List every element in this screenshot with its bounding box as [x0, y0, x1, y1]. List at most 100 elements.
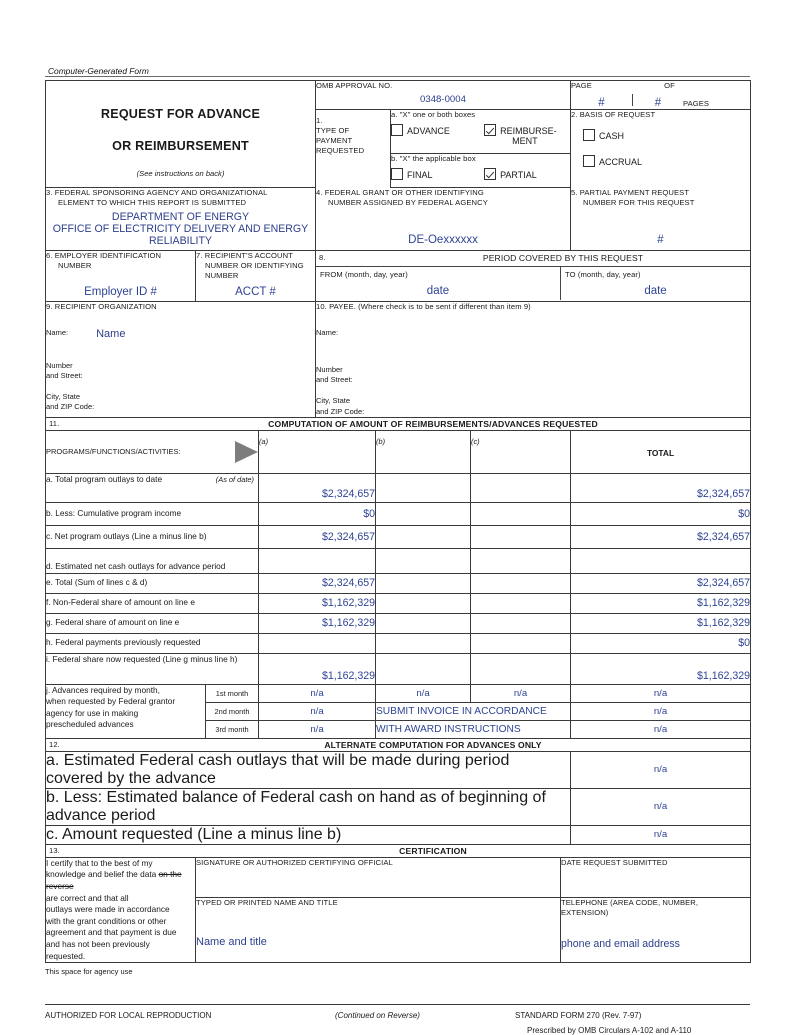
row-h-col-c [470, 633, 571, 654]
month3-total: n/a [570, 720, 752, 739]
month2-total: n/a [570, 702, 752, 721]
row-h-label-cell: h. Federal payments previously requested [45, 633, 259, 654]
item12-row-a-label: a. Estimated Federal cash outlays that w… [45, 751, 571, 789]
row-a-col-c [470, 473, 571, 503]
item7-label-line3: NUMBER [205, 271, 239, 281]
advance-checkbox-row[interactable]: ADVANCE [391, 124, 484, 146]
item13-heading-row: 13. CERTIFICATION [44, 844, 752, 858]
item9-city-label-line2: and ZIP Code: [46, 402, 95, 412]
certify-line1: I certify that to the best of my [46, 857, 153, 868]
item12-row-b-label: b. Less: Estimated balance of Federal ca… [45, 788, 571, 826]
of-label: OF [664, 81, 675, 90]
reimbursement-checkbox-row[interactable]: REIMBURSE- MENT [484, 124, 557, 146]
item4-label-line2: NUMBER ASSIGNED BY FEDERAL AGENCY [328, 198, 488, 208]
advance-checkbox[interactable] [391, 124, 403, 137]
row-b-col-a: $0 [258, 502, 376, 526]
reimbursement-checkbox[interactable] [484, 124, 497, 137]
row-d-total [570, 548, 752, 574]
cash-checkbox[interactable] [583, 129, 595, 142]
row-b-total: $0 [570, 502, 752, 526]
row-j-label-line3: agency for use in making [46, 707, 139, 718]
col-total-header: TOTAL [570, 430, 752, 474]
table-row: j. Advances required by month, when requ… [45, 684, 752, 739]
telephone-value: phone and email address [561, 937, 680, 950]
row-i-col-c [470, 653, 571, 685]
partial-checkbox[interactable] [484, 168, 497, 181]
final-checkbox[interactable] [391, 168, 403, 181]
item12-table: 12. ALTERNATE COMPUTATION FOR ADVANCES O… [44, 738, 752, 845]
omb-cell: OMB APPROVAL NO. 0348-0004 [315, 79, 571, 111]
items-9-10: 9. RECIPIENT ORGANIZATION Name: Name Num… [45, 302, 751, 418]
row-g-col-a: $1,162,329 [258, 613, 376, 634]
item4-value: DE-Oexxxxxx [408, 234, 478, 247]
accrual-checkbox[interactable] [583, 155, 595, 168]
row-c-label-cell: c. Net program outlays (Line a minus lin… [45, 525, 259, 549]
row-b-col-c [470, 502, 571, 526]
signature-cell[interactable]: SIGNATURE OR AUTHORIZED CERTIFYING OFFIC… [195, 857, 561, 898]
table-row: f. Non-Federal share of amount on line e… [45, 593, 752, 614]
row-f-col-a: $1,162,329 [258, 593, 376, 614]
reimbursement-label-line1: REIMBURSE- [500, 126, 557, 137]
row-f-col-c [470, 593, 571, 614]
certify-line2: knowledge and belief the data [46, 869, 157, 880]
row-e-col-c [470, 573, 571, 594]
award-message-line1: SUBMIT INVOICE IN ACCORDANCE [375, 702, 571, 721]
item9-street-label-line2: and Street: [46, 371, 83, 381]
final-checkbox-row[interactable]: FINAL [391, 168, 484, 181]
date-submitted-cell[interactable]: DATE REQUEST SUBMITTED [560, 857, 752, 898]
row-g-total: $1,162,329 [570, 613, 752, 634]
item1-b-cell: b. "X" the applicable box FINAL PARTIAL [390, 153, 571, 188]
month1-col-b: n/a [375, 684, 471, 703]
programs-label: PROGRAMS/FUNCTIONS/ACTIVITIES: [46, 446, 181, 456]
certify-line9: requested. [46, 950, 86, 961]
table-row: c. Net program outlays (Line a minus lin… [45, 525, 752, 549]
month3-col-a: n/a [258, 720, 376, 739]
item3-cell: 3. FEDERAL SPONSORING AGENCY AND ORGANIZ… [45, 188, 316, 251]
form-page: Computer-Generated Form REQUEST FOR ADVA… [0, 0, 791, 1035]
table-row: c. Amount requested (Line a minus line b… [45, 825, 752, 845]
telephone-cell[interactable]: TELEPHONE (AREA CODE, NUMBER, EXTENSION)… [560, 897, 752, 964]
certify-line6: with the grant conditions or other [46, 915, 167, 926]
month2-col-a: n/a [258, 702, 376, 721]
table-row: d. Estimated net cash outlays for advanc… [45, 548, 752, 574]
row-f-label-cell: f. Non-Federal share of amount on line e [45, 593, 259, 614]
typed-name-value: Name and title [196, 935, 267, 948]
cash-checkbox-row[interactable]: CASH [583, 129, 750, 142]
item1-label-line1: TYPE OF [316, 126, 350, 136]
table-row: g. Federal share of amount on line e $1,… [45, 613, 752, 634]
row-d-col-b [375, 548, 471, 574]
item9-name-label: Name: [46, 328, 69, 338]
item3-value-line2: OFFICE OF ELECTRICITY DELIVERY AND ENERG… [52, 223, 309, 236]
typed-name-cell[interactable]: TYPED OR PRINTED NAME AND TITLE Name and… [195, 897, 561, 964]
footer-right-line1: STANDARD FORM 270 (Rev. 7-97) [515, 1011, 642, 1021]
item10-name-label: Name: [316, 328, 339, 338]
row-i-label-cell: i. Federal share now requested (Line g m… [45, 653, 259, 685]
row-g-label-cell: g. Federal share of amount on line e [45, 613, 259, 634]
typed-name-label: TYPED OR PRINTED NAME AND TITLE [196, 897, 338, 907]
accrual-checkbox-row[interactable]: ACCRUAL [583, 155, 750, 168]
table-row: i. Federal share now requested (Line g m… [45, 653, 752, 685]
final-label: FINAL [407, 170, 433, 181]
item1-a-cell: a. "X" one or both boxes ADVANCE REIMBUR… [390, 109, 571, 154]
footer-right-line2: Prescribed by OMB Circulars A-102 and A-… [527, 1026, 692, 1035]
pages-label: PAGES [682, 99, 710, 109]
item3-value-line1: DEPARTMENT OF ENERGY [111, 211, 250, 224]
row-a-col-b [375, 473, 471, 503]
item10-cell: 10. PAYEE. (Where check is to be sent if… [315, 302, 751, 418]
item1-label-line3: REQUESTED [316, 146, 365, 156]
item8-from-label: FROM (month, day, year) [320, 270, 408, 280]
item7-label-line2: NUMBER OR IDENTIFYING [205, 261, 304, 271]
form-title-line1: REQUEST FOR ADVANCE [100, 107, 261, 121]
partial-checkbox-row[interactable]: PARTIAL [484, 168, 537, 181]
row-f-total: $1,162,329 [570, 593, 752, 614]
table-row: e. Total (Sum of lines c & d) $2,324,657… [45, 573, 752, 594]
item8-from-value: date [426, 285, 450, 298]
table-row: a. Estimated Federal cash outlays that w… [45, 751, 752, 789]
month3-label: 3rd month [205, 720, 259, 739]
item7-cell: 7. RECIPIENT'S ACCOUNT NUMBER OR IDENTIF… [195, 251, 316, 302]
header-block: REQUEST FOR ADVANCE OR REIMBURSEMENT (Se… [45, 79, 751, 188]
row-c-col-a: $2,324,657 [258, 525, 376, 549]
col-a-label: (a) [259, 436, 269, 446]
item3-value-line3: RELIABILITY [149, 235, 212, 248]
item9-city-label-line1: City, State [46, 392, 81, 402]
